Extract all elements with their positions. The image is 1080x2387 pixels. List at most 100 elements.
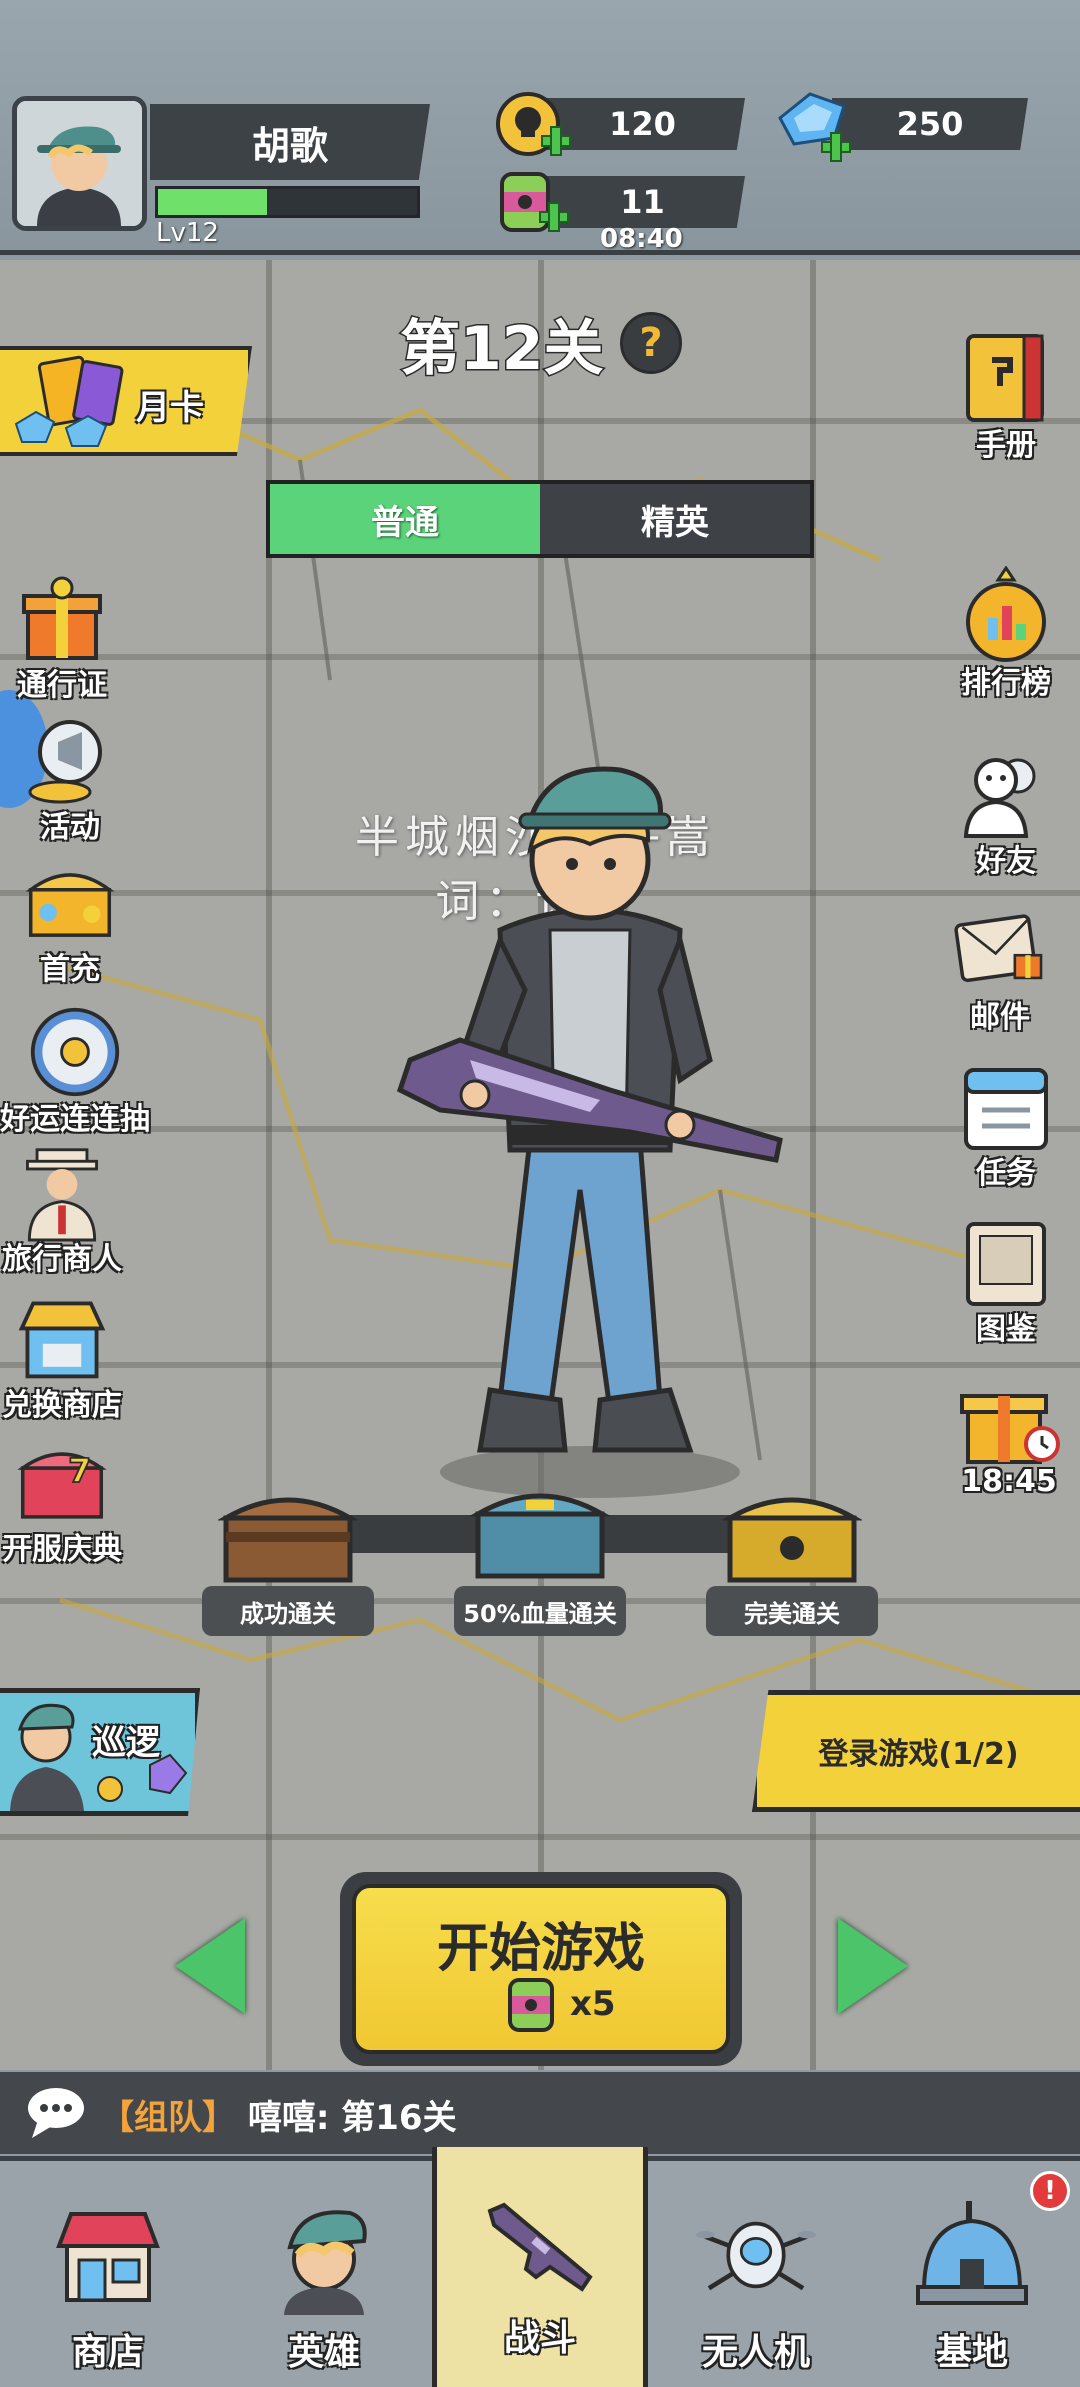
nav-drone[interactable]: 无人机 [648,2161,864,2387]
stage-help-button[interactable]: ? [620,312,682,374]
left-item-battle-pass[interactable]: 通行证 [14,570,110,704]
start-game-label: 开始游戏 [436,1919,645,1979]
left-item-server-celebration[interactable]: 7 开服庆典 [2,1434,122,1568]
tab-normal[interactable]: 普通 [270,484,540,554]
month-card-label: 月卡 [136,388,204,428]
handbook-icon [958,330,1054,426]
treasure-chest-icon [22,854,118,950]
right-item-friends[interactable]: 好友 [958,746,1054,880]
hero-character[interactable] [380,760,800,1500]
left-item-label: 兑换商店 [2,1388,122,1423]
patrol-label: 巡逻 [92,1723,160,1763]
left-item-lucky-draw[interactable]: 好运连连抽 [0,1004,150,1138]
left-item-label: 通行证 [17,668,107,703]
chat-message-text: 嘻嘻: 第16关 [247,2098,457,2138]
question-mark-icon: ? [639,320,663,366]
next-stage-arrow[interactable] [838,1918,908,2014]
difficulty-tabs: 普通 精英 [266,480,814,558]
rifle-icon [480,2181,600,2301]
chest-label-half-hp: 50%血量通关 [454,1586,626,1636]
chat-bubble-icon [28,2088,84,2138]
left-item-label: 开服庆典 [2,1532,122,1567]
gift-box-icon [14,570,110,666]
nav-label: 英雄 [287,2332,360,2373]
right-item-mail[interactable]: 邮件 [952,902,1048,1036]
energy-can-icon[interactable] [492,166,572,246]
player-avatar[interactable] [12,96,147,231]
player-name: 胡歌 [150,104,430,180]
dome-base-icon [912,2195,1032,2315]
player-level: Lv12 [156,218,219,248]
month-card-button[interactable]: 月卡 [0,346,252,456]
left-item-label: 首充 [40,952,100,987]
nav-shop[interactable]: 商店 [0,2161,216,2387]
right-item-label: 排行榜 [961,666,1051,701]
patrol-button[interactable]: 巡逻 [0,1688,200,1816]
calendar-task-icon [958,1058,1054,1154]
merchant-icon [14,1144,110,1242]
nav-label: 商店 [71,2332,144,2373]
bottom-navigation: 商店 英雄 战斗 无人机 基地 ! [0,2147,1080,2387]
energy-timer: 08:40 [600,224,683,254]
chest-label-perfect: 完美通关 [706,1586,878,1636]
energy-can-icon [508,1978,554,2032]
gem-counter: 250 [832,98,1028,150]
left-item-label: 好运连连抽 [0,1102,150,1137]
gold-skull-coin-icon[interactable] [494,90,574,168]
chat-team-tag: 【组队】 [100,2098,236,2138]
xp-fill [158,189,267,215]
nav-hero[interactable]: 英雄 [216,2161,432,2387]
nav-label: 基地 [935,2332,1008,2373]
tab-elite[interactable]: 精英 [540,484,810,554]
right-item-label: 手册 [976,428,1036,463]
hero-portrait-icon [264,2195,384,2315]
left-item-exchange-shop[interactable]: 兑换商店 [2,1290,122,1424]
gift-clock-icon [954,1374,1064,1470]
chat-message: 【组队】 嘻嘻: 第16关 [100,2090,457,2139]
gift-timer: 18:45 [961,1464,1057,1499]
start-game-face: 开始游戏 x5 [352,1884,730,2054]
left-item-label: 旅行商人 [2,1242,122,1277]
svg-text:7: 7 [68,1451,91,1490]
start-energy-cost: x5 [570,1984,616,2024]
left-item-events[interactable]: 活动 [22,712,118,846]
prev-stage-arrow[interactable] [175,1918,245,2014]
diamond-gem-icon[interactable] [770,88,860,168]
nav-battle[interactable]: 战斗 [432,2147,648,2387]
nav-base[interactable]: 基地 ! [864,2161,1080,2387]
left-item-travel-merchant[interactable]: 旅行商人 [2,1144,122,1278]
codex-book-icon [958,1214,1054,1310]
right-item-handbook[interactable]: 手册 [958,330,1054,464]
right-item-codex[interactable]: 图鉴 [958,1214,1054,1348]
prize-wheel-icon [27,1004,123,1100]
bronze-chest-icon[interactable] [218,1486,358,1586]
megaphone-icon [22,712,118,808]
left-item-first-recharge[interactable]: 首充 [22,854,118,988]
login-reward-banner[interactable]: 登录游戏(1/2) [752,1690,1080,1812]
shop-stall-icon [14,1290,110,1386]
trophy-chart-icon [958,566,1054,664]
drone-icon [696,2195,816,2315]
right-item-timed-gift[interactable]: 18:45 [954,1374,1064,1499]
nav-label: 战斗 [503,2318,576,2359]
right-item-tasks[interactable]: 任务 [958,1058,1054,1192]
chest-label-clear: 成功通关 [202,1586,374,1636]
stage-title: 第12关 [399,313,605,386]
shop-store-icon [48,2195,168,2315]
right-item-label: 图鉴 [976,1312,1036,1347]
right-item-label: 任务 [976,1156,1036,1191]
xp-progress-bar [155,186,420,218]
top-status-bar: 胡歌 Lv12 120 250 11 08:40 [0,0,1080,255]
base-alert-badge: ! [1030,2171,1070,2211]
nav-label: 无人机 [701,2332,810,2373]
gold-skull-chest-icon[interactable] [722,1486,862,1586]
friends-icon [958,746,1054,842]
start-game-button[interactable]: 开始游戏 x5 [340,1872,742,2066]
chat-bar[interactable]: 【组队】 嘻嘻: 第16关 [0,2072,1080,2154]
right-item-label: 好友 [976,844,1036,879]
right-item-leaderboard[interactable]: 排行榜 [958,566,1054,702]
red-chest-seven-icon: 7 [14,1434,110,1530]
blue-chest-icon[interactable] [470,1482,610,1582]
mail-envelope-icon [952,902,1048,998]
left-item-label: 活动 [40,810,100,845]
